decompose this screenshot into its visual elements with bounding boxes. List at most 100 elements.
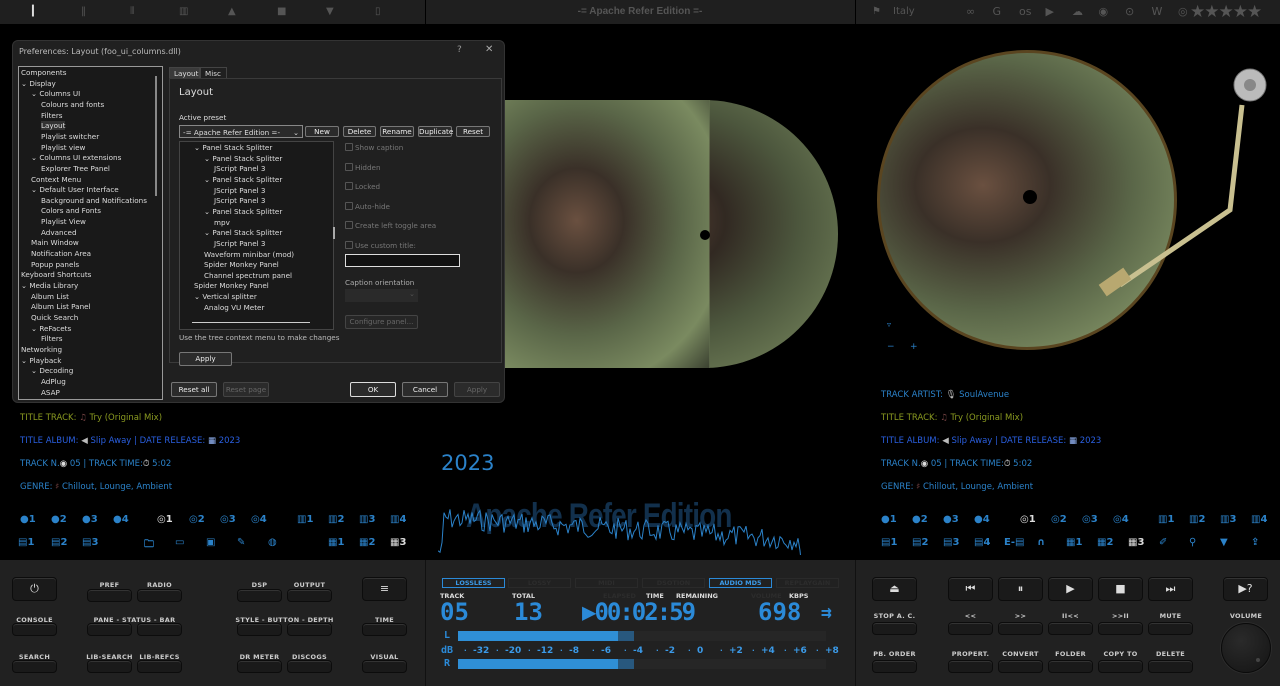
layout-tree[interactable]: ⌄ Panel Stack Splitter ⌄ Panel Stack Spli… xyxy=(179,141,334,330)
toolbar-icon-button[interactable]: ✎ xyxy=(237,537,245,548)
toolbar-icon-button[interactable]: ▥4 xyxy=(390,514,406,525)
toolbar-icon-button[interactable]: ▼ xyxy=(1220,537,1228,548)
control-button-<<[interactable] xyxy=(948,622,993,635)
spotify-icon[interactable]: ◉ xyxy=(1099,5,1109,18)
toolbar-icon-button[interactable]: ▦1 xyxy=(1066,537,1082,548)
tree-item[interactable]: ⌄ Media Library xyxy=(21,281,78,290)
time-button[interactable] xyxy=(362,623,407,636)
layout-tree-item[interactable]: Waveform minibar (mod) xyxy=(204,250,294,259)
tree-item[interactable]: Popup panels xyxy=(31,260,79,269)
layout-tree-item[interactable]: ⌄ Panel Stack Splitter xyxy=(194,143,272,152)
column-2-icon[interactable]: ‖ xyxy=(81,6,86,17)
configure-panel-button[interactable]: Configure panel... xyxy=(345,315,418,329)
toolbar-icon-button[interactable]: ●4 xyxy=(974,514,990,525)
pref-button[interactable] xyxy=(87,589,132,602)
power-button[interactable]: ⏻ xyxy=(12,577,57,601)
pane-status-bar-button-a[interactable] xyxy=(87,623,132,636)
toolbar-icon-button[interactable]: E-▤ xyxy=(1004,537,1024,548)
tree-item[interactable]: AdPlug xyxy=(41,377,66,386)
toolbar-icon-button[interactable]: ●3 xyxy=(943,514,959,525)
tab-misc[interactable]: Misc xyxy=(200,67,227,78)
toolbar-icon-button[interactable]: ▥3 xyxy=(359,514,375,525)
toolbar-icon-button[interactable]: ●1 xyxy=(881,514,897,525)
toolbar-icon-button[interactable]: ◎2 xyxy=(189,514,205,525)
toolbar-icon-button[interactable]: ⚲ xyxy=(1189,537,1196,548)
tree-item[interactable]: Networking xyxy=(21,345,62,354)
tree-item[interactable]: Album List xyxy=(31,292,69,301)
layout-tree-item[interactable]: Spider Monkey Panel xyxy=(194,281,269,290)
cancel-button[interactable]: Cancel xyxy=(402,382,448,397)
checkbox-box[interactable] xyxy=(345,221,353,229)
tree-item[interactable]: ⌄ ReFacets xyxy=(31,324,71,333)
rename-preset-button[interactable]: Rename xyxy=(380,126,414,137)
soundcloud-icon[interactable]: ☁ xyxy=(1072,5,1083,18)
tree-item[interactable]: Background and Notifications xyxy=(41,196,147,205)
layout-tree-scrollbar[interactable] xyxy=(333,227,335,239)
toolbar-icon-button[interactable]: ◎3 xyxy=(1082,514,1098,525)
layout-tree-item[interactable]: JScript Panel 3 xyxy=(214,196,266,205)
reset-page-button[interactable]: Reset page xyxy=(223,382,269,397)
toolbar-icon-button[interactable]: ▤2 xyxy=(51,537,67,548)
tree-item[interactable]: Quick Search xyxy=(31,313,78,322)
pane-status-bar-button-b[interactable] xyxy=(137,623,182,636)
control-button->>[interactable] xyxy=(998,622,1043,635)
checkbox-box[interactable] xyxy=(345,241,353,249)
toolbar-icon-button[interactable]: ▥1 xyxy=(297,514,313,525)
toolbar-icon-button[interactable]: ●3 xyxy=(82,514,98,525)
volume-knob[interactable] xyxy=(1221,623,1271,673)
toolbar-icon-button[interactable]: ▦2 xyxy=(359,537,375,548)
control-button->>ii[interactable] xyxy=(1098,622,1143,635)
toolbar-icon-button[interactable]: ⇪ xyxy=(1251,537,1259,548)
repeat-icon[interactable]: ⇉ xyxy=(821,602,832,623)
layout-tree-item[interactable]: Channel spectrum panel xyxy=(204,271,292,280)
toolbar-icon-button[interactable]: ▥2 xyxy=(328,514,344,525)
toolbar-icon-button[interactable]: ▤4 xyxy=(974,537,990,548)
layout-tree-hscrollbar[interactable] xyxy=(192,322,310,323)
checkbox-use-custom-title[interactable]: Use custom title: xyxy=(345,241,416,250)
youtube-icon[interactable]: ▶ xyxy=(1046,5,1054,18)
tree-item[interactable]: Keyboard Shortcuts xyxy=(21,270,91,279)
layout-tree-item[interactable]: JScript Panel 3 xyxy=(214,186,266,195)
pb-order-button[interactable] xyxy=(872,660,917,673)
folder-button[interactable] xyxy=(1048,660,1093,673)
tree-item[interactable]: Filters xyxy=(41,334,63,343)
checkbox-box[interactable] xyxy=(345,182,353,190)
column-3-icon[interactable]: ⦀ xyxy=(130,6,134,17)
reset-preset-button[interactable]: Reset xyxy=(456,126,490,137)
center-icon[interactable]: ■ xyxy=(277,6,286,17)
playlist-small-icon[interactable]: ▿ xyxy=(887,320,891,329)
output-button[interactable] xyxy=(287,589,332,602)
toolbar-icon-button[interactable]: ✐ xyxy=(1159,537,1167,548)
close-button[interactable]: ✕ xyxy=(485,44,493,55)
tree-item[interactable]: Colours and fonts xyxy=(41,100,104,109)
column-1-icon[interactable]: ▎ xyxy=(32,6,40,17)
ok-button[interactable]: OK xyxy=(350,382,396,397)
waveform-seekbar[interactable] xyxy=(438,495,813,555)
layout-tree-item[interactable]: JScript Panel 3 xyxy=(214,239,266,248)
box-icon[interactable]: ▯ xyxy=(375,6,381,17)
toolbar-icon-button[interactable]: ▭ xyxy=(175,537,184,548)
toolbar-icon-button[interactable]: ▦2 xyxy=(1097,537,1113,548)
dr-meter-button[interactable] xyxy=(237,660,282,673)
zoom-out-button[interactable]: − xyxy=(887,342,895,352)
toolbar-icon-button[interactable]: ▥3 xyxy=(1220,514,1236,525)
google-icon[interactable]: G xyxy=(993,5,1002,18)
radio-button[interactable] xyxy=(137,589,182,602)
play-button[interactable]: ▶ xyxy=(1048,577,1093,601)
layout-tree-item[interactable]: Analog VU Meter xyxy=(204,303,264,312)
toolbar-icon-button[interactable]: ∩ xyxy=(1037,537,1045,548)
tree-item[interactable]: ⌄ Decoding xyxy=(31,366,73,375)
toolbar-icon-button[interactable]: ●1 xyxy=(20,514,36,525)
discogs-button[interactable] xyxy=(287,660,332,673)
control-button-mute[interactable] xyxy=(1148,622,1193,635)
dsp-button[interactable] xyxy=(237,589,282,602)
stop-button[interactable]: ■ xyxy=(1098,577,1143,601)
checkbox-box[interactable] xyxy=(345,202,353,210)
music-icon[interactable]: ⊙ xyxy=(1125,5,1134,18)
wikipedia-icon[interactable]: W xyxy=(1152,5,1163,18)
duplicate-preset-button[interactable]: Duplicate xyxy=(418,126,453,137)
visual-button[interactable] xyxy=(362,660,407,673)
next-button[interactable]: ⏭ xyxy=(1148,577,1193,601)
copy-to-button[interactable] xyxy=(1098,660,1143,673)
tree-item[interactable]: Colors and Fonts xyxy=(41,206,101,215)
